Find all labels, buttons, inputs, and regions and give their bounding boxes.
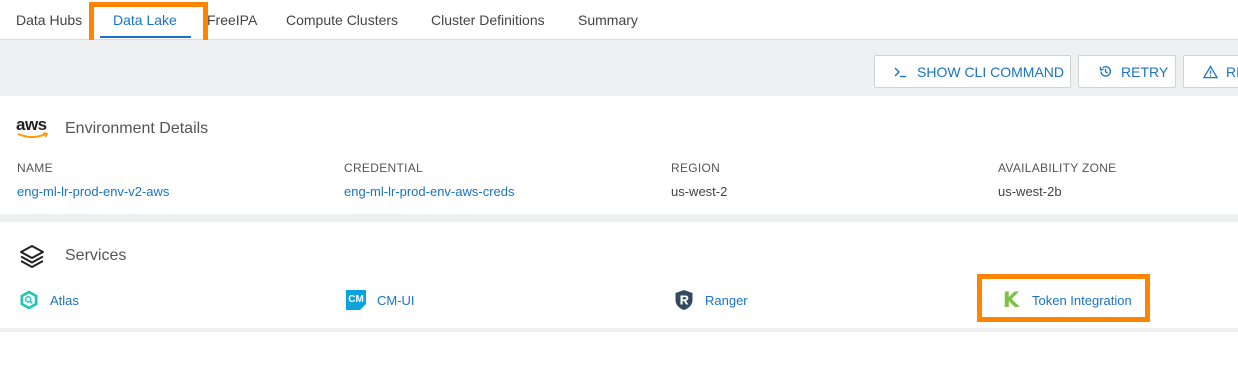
ranger-icon [673,289,695,311]
show-cli-command-label: SHOW CLI COMMAND [917,63,1064,80]
retry-button[interactable]: RETRY [1078,55,1176,88]
repair-button[interactable]: RE [1183,55,1238,88]
layers-icon [19,244,45,268]
action-toolbar: SHOW CLI COMMAND RETRY RE [0,40,1238,96]
tab-cluster-definitions[interactable]: Cluster Definitions [431,12,545,28]
cm-icon: CM [345,289,367,311]
tab-freeipa[interactable]: FreeIPA [207,12,257,28]
service-cm-ui-label: CM-UI [377,292,415,308]
region-value: us-west-2 [671,184,728,199]
active-tab-indicator [100,36,191,38]
credential-link[interactable]: eng-ml-lr-prod-env-aws-creds [344,184,515,199]
region-label: REGION [671,161,721,175]
service-atlas-link[interactable]: Atlas [18,289,79,311]
service-ranger-link[interactable]: Ranger [673,289,748,311]
availability-zone-value: us-west-2b [998,184,1062,199]
environment-details-card: aws Environment Details NAME eng-ml-lr-p… [0,96,1238,214]
aws-logo: aws [16,115,50,139]
services-card: Services Atlas CM CM-UI Ranger K Token I… [0,222,1238,328]
service-token-integration-label: Token Integration [1032,292,1132,308]
retry-label: RETRY [1121,63,1169,80]
service-ranger-label: Ranger [705,292,748,308]
environment-name-link[interactable]: eng-ml-lr-prod-env-v2-aws [17,184,169,199]
svg-text:CM: CM [348,294,364,305]
history-icon [1097,64,1113,80]
tab-data-lake[interactable]: Data Lake [113,12,177,28]
token-integration-icon: K [1002,288,1020,312]
service-atlas-label: Atlas [50,292,79,308]
name-label: NAME [17,161,53,175]
tab-data-hubs[interactable]: Data Hubs [16,12,82,28]
tab-bar: Data Hubs Data Lake FreeIPA Compute Clus… [0,0,1238,40]
show-cli-command-button[interactable]: SHOW CLI COMMAND [874,55,1071,88]
environment-details-title: Environment Details [65,120,209,137]
services-title: Services [65,247,127,264]
service-cm-ui-link[interactable]: CM CM-UI [345,289,415,311]
tab-summary[interactable]: Summary [578,12,638,28]
warning-icon [1202,64,1218,80]
terminal-icon [893,64,909,80]
repair-label: RE [1226,63,1238,80]
availability-zone-label: AVAILABILITY ZONE [998,161,1117,175]
tab-compute-clusters[interactable]: Compute Clusters [286,12,398,28]
service-token-integration-link[interactable]: K Token Integration [1000,289,1132,311]
bottom-divider [0,328,1238,332]
credential-label: CREDENTIAL [344,161,424,175]
atlas-icon [18,289,40,311]
section-divider [0,214,1238,222]
